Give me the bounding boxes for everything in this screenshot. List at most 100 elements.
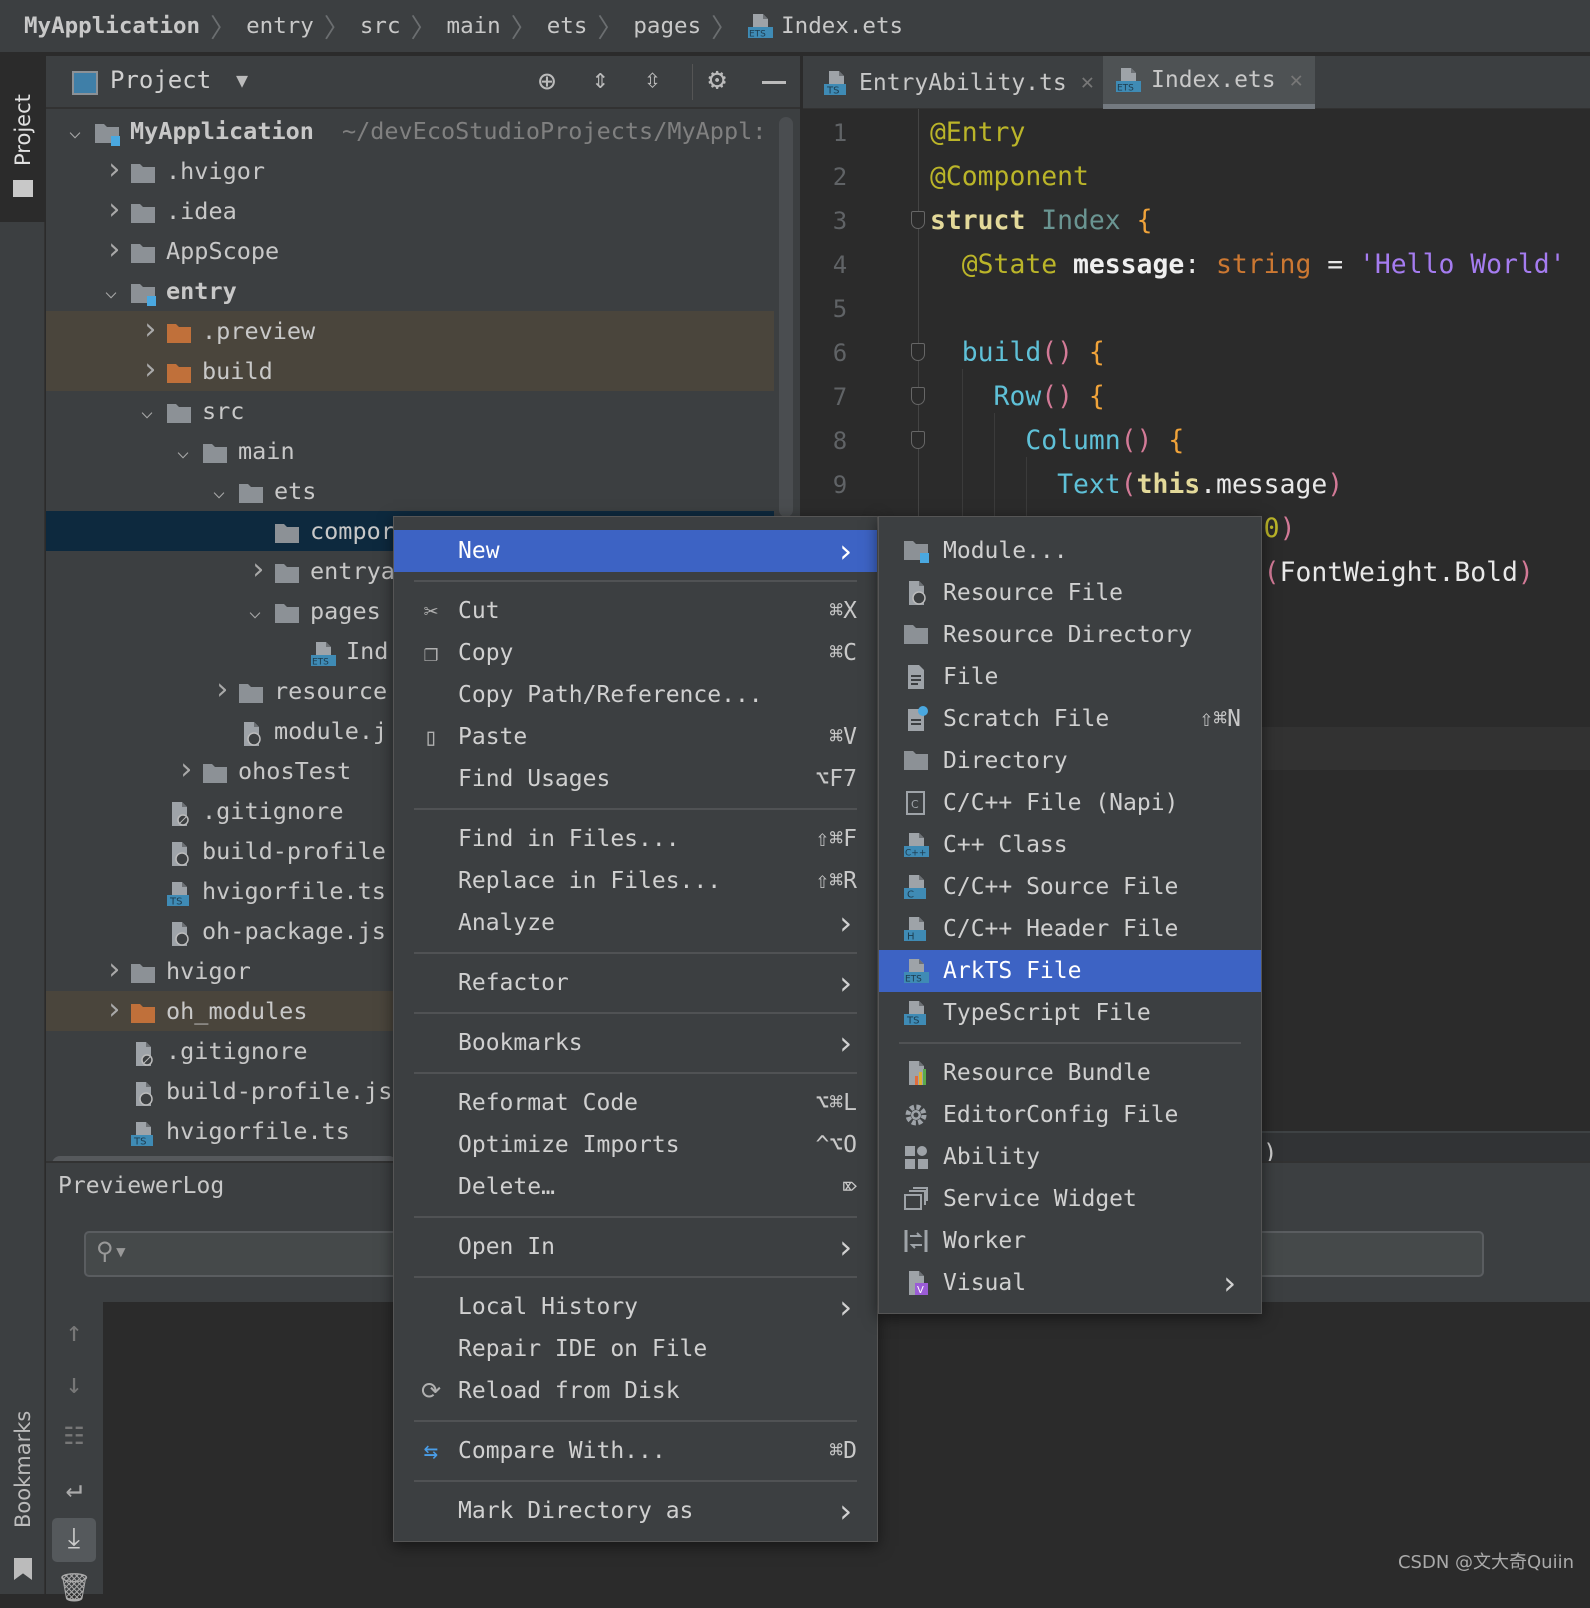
menu-item-repair-ide-on-file[interactable]: Repair IDE on File <box>394 1328 877 1370</box>
menu-item-arkts-file[interactable]: ETS ArkTS File <box>879 950 1261 992</box>
chevron-right-icon[interactable]: › <box>177 751 197 789</box>
minimize-icon[interactable] <box>762 81 786 84</box>
breadcrumb-item[interactable]: pages <box>633 13 701 39</box>
tree-item[interactable]: › .preview <box>46 311 774 351</box>
tree-item[interactable]: ⌵ entry <box>46 271 774 311</box>
chevron-right-icon[interactable]: › <box>213 671 233 709</box>
tree-vertical-scrollbar[interactable] <box>779 117 793 517</box>
fold-marker-icon[interactable] <box>911 431 925 449</box>
code-line[interactable]: struct Index { <box>930 199 1152 243</box>
menu-item-file[interactable]: File <box>879 656 1261 698</box>
menu-item-local-history[interactable]: Local History › <box>394 1286 877 1328</box>
tree-item[interactable]: › AppScope <box>46 231 774 271</box>
tree-item[interactable]: › .idea <box>46 191 774 231</box>
chevron-right-icon[interactable]: › <box>249 551 269 589</box>
menu-item-open-in[interactable]: Open In › <box>394 1226 877 1268</box>
code-line[interactable]: Column() { <box>930 419 1184 463</box>
code-line[interactable]: Row() { <box>930 375 1105 419</box>
gear-icon[interactable]: ⚙ <box>708 62 726 97</box>
tab-entryability-ts[interactable]: TS EntryAbility.ts ✕ <box>811 56 1106 109</box>
tree-item[interactable]: ⌵ MyApplication ~/devEcoStudioProjects/MyA… <box>46 111 774 151</box>
expand-all-icon[interactable]: ⇕ <box>592 62 609 95</box>
menu-item-c-c++-source-file[interactable]: C C/C++ Source File <box>879 866 1261 908</box>
chevron-right-icon[interactable]: › <box>105 231 125 269</box>
code-line[interactable]: @State message: string = 'Hello World' <box>930 243 1566 287</box>
locate-icon[interactable]: ⊕ <box>538 64 556 99</box>
code-line[interactable]: build() { <box>930 331 1105 375</box>
menu-item-cut[interactable]: ✂ Cut ⌘X <box>394 590 877 632</box>
menu-item-mark-directory-as[interactable]: Mark Directory as › <box>394 1490 877 1532</box>
menu-item-c-c++-file-napi[interactable]: C C/C++ File (Napi) <box>879 782 1261 824</box>
menu-item-scratch-file[interactable]: Scratch File ⇧⌘N <box>879 698 1261 740</box>
project-view-title[interactable]: Project <box>110 66 211 94</box>
menu-item-typescript-file[interactable]: TS TypeScript File <box>879 992 1261 1034</box>
project-tool-tab[interactable]: Project <box>0 56 45 222</box>
filter-icon[interactable]: ☷ <box>56 1416 92 1456</box>
menu-item-directory[interactable]: Directory <box>879 740 1261 782</box>
down-arrow-icon[interactable]: ↓ <box>56 1364 92 1404</box>
code-line[interactable]: @Entry <box>930 111 1025 155</box>
tree-item[interactable]: › build <box>46 351 774 391</box>
tree-item[interactable]: ⌵ ets <box>46 471 774 511</box>
tree-item[interactable]: ⌵ main <box>46 431 774 471</box>
chevron-right-icon[interactable]: › <box>141 311 161 349</box>
chevron-right-icon[interactable]: › <box>105 951 125 989</box>
menu-item-c-c++-header-file[interactable]: H C/C++ Header File <box>879 908 1261 950</box>
chevron-down-icon[interactable]: ⌵ <box>249 591 269 631</box>
menu-item-resource-bundle[interactable]: Resource Bundle <box>879 1052 1261 1094</box>
menu-item-optimize-imports[interactable]: Optimize Imports ^⌥O <box>394 1124 877 1166</box>
menu-item-service-widget[interactable]: Service Widget <box>879 1178 1261 1220</box>
chevron-right-icon[interactable]: › <box>105 991 125 1029</box>
chevron-down-icon[interactable]: ⌵ <box>105 271 125 311</box>
menu-item-reformat-code[interactable]: Reformat Code ⌥⌘L <box>394 1082 877 1124</box>
breadcrumb-item[interactable]: MyApplication <box>24 13 200 39</box>
chevron-down-icon[interactable]: ⌵ <box>213 471 233 511</box>
breadcrumb-item[interactable]: src <box>360 13 401 39</box>
menu-item-resource-directory[interactable]: Resource Directory <box>879 614 1261 656</box>
menu-item-ability[interactable]: Ability <box>879 1136 1261 1178</box>
code-line[interactable]: Text(this.message) <box>930 463 1343 507</box>
menu-item-copy-path-reference[interactable]: Copy Path/Reference... <box>394 674 877 716</box>
menu-item-copy[interactable]: ❐ Copy ⌘C <box>394 632 877 674</box>
code-line[interactable]: @Component <box>930 155 1089 199</box>
chevron-down-icon[interactable]: ⌵ <box>141 391 161 431</box>
breadcrumb-item[interactable]: entry <box>246 13 314 39</box>
tab-index-ets[interactable]: ETS Index.ets ✕ <box>1103 56 1315 109</box>
chevron-down-icon[interactable]: ▼ <box>236 68 248 92</box>
menu-item-editorconfig-file[interactable]: EditorConfig File <box>879 1094 1261 1136</box>
menu-item-reload-from-disk[interactable]: ⟳ Reload from Disk <box>394 1370 877 1412</box>
menu-item-c++-class[interactable]: C++ C++ Class <box>879 824 1261 866</box>
menu-item-visual[interactable]: V Visual › <box>879 1262 1261 1304</box>
tree-item[interactable]: ⌵ src <box>46 391 774 431</box>
close-icon[interactable]: ✕ <box>1081 70 1094 95</box>
scroll-to-end-icon[interactable]: ⤓ <box>52 1518 96 1562</box>
menu-item-replace-in-files[interactable]: Replace in Files... ⇧⌘R <box>394 860 877 902</box>
bookmarks-tool-tab[interactable]: Bookmarks <box>0 1410 45 1590</box>
fold-marker-icon[interactable] <box>911 343 925 361</box>
chevron-right-icon[interactable]: › <box>105 151 125 189</box>
soft-wrap-icon[interactable]: ↵ <box>56 1468 92 1508</box>
trash-icon[interactable]: 🗑 <box>56 1568 92 1608</box>
breadcrumb-item[interactable]: Index.ets <box>781 13 903 39</box>
chevron-down-icon[interactable]: ⌵ <box>69 111 89 151</box>
chevron-down-icon[interactable]: ⌵ <box>177 431 197 471</box>
chevron-right-icon[interactable]: › <box>105 191 125 229</box>
breadcrumb-item[interactable]: ets <box>547 13 588 39</box>
menu-item-delete[interactable]: Delete… ⌦ <box>394 1166 877 1208</box>
collapse-all-icon[interactable]: ⇳ <box>644 62 661 95</box>
menu-item-resource-file[interactable]: Resource File <box>879 572 1261 614</box>
menu-item-compare-with[interactable]: ⇆ Compare With... ⌘D <box>394 1430 877 1472</box>
menu-item-paste[interactable]: ▯ Paste ⌘V <box>394 716 877 758</box>
menu-item-find-usages[interactable]: Find Usages ⌥F7 <box>394 758 877 800</box>
fold-marker-icon[interactable] <box>911 387 925 405</box>
menu-item-module[interactable]: Module... <box>879 530 1261 572</box>
menu-item-find-in-files[interactable]: Find in Files... ⇧⌘F <box>394 818 877 860</box>
menu-item-new[interactable]: New › <box>394 530 877 572</box>
up-arrow-icon[interactable]: ↑ <box>56 1312 92 1352</box>
breadcrumb-item[interactable]: main <box>447 13 501 39</box>
tree-item[interactable]: › .hvigor <box>46 151 774 191</box>
menu-item-analyze[interactable]: Analyze › <box>394 902 877 944</box>
fold-marker-icon[interactable] <box>911 211 925 229</box>
menu-item-worker[interactable]: Worker <box>879 1220 1261 1262</box>
menu-item-bookmarks[interactable]: Bookmarks › <box>394 1022 877 1064</box>
